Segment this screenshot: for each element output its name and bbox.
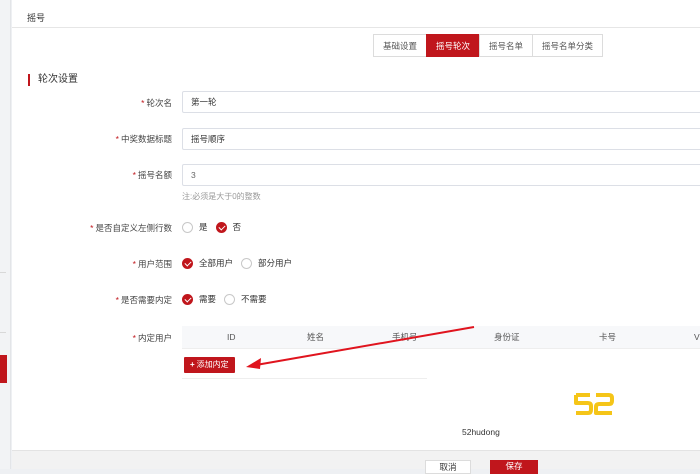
watermark-52-logo [574, 393, 614, 415]
table-divider [182, 378, 427, 379]
dialog-footer: 取消 保存 [12, 450, 700, 474]
watermark-logo [573, 392, 615, 418]
add-internal-user-button[interactable]: + 添加内定 [184, 357, 235, 373]
internal-required-option-yes[interactable]: 需要 [182, 293, 216, 305]
tab-lottery-list[interactable]: 摇号名单 [479, 34, 534, 57]
radio-circle-icon [182, 221, 193, 233]
plus-icon: + [190, 360, 195, 369]
column-header-id: ID [227, 332, 236, 342]
tab-bar: 基础设置 摇号轮次 摇号名单 摇号名单分类 [373, 34, 604, 57]
internal-users-label: * 内定用户 [132, 333, 172, 343]
prize-title-input[interactable]: 摇号顺序 [182, 128, 700, 150]
prize-title-label: * 中奖数据标题 [115, 134, 172, 144]
radio-circle-icon [241, 257, 253, 269]
user-scope-label: * 用户范围 [132, 259, 172, 269]
column-header-name: 姓名 [307, 332, 325, 342]
sidebar-tick [0, 272, 6, 273]
custom-rows-label: * 是否自定义左侧行数 [90, 223, 172, 233]
round-name-input[interactable]: 第一轮 [182, 91, 700, 113]
dialog-panel: 摇号 基础设置 摇号轮次 摇号名单 摇号名单分类 轮次设置 * 轮次名 第一轮 *… [12, 0, 700, 474]
tab-lottery-rounds[interactable]: 摇号轮次 [426, 34, 481, 57]
user-scope-option-partial[interactable]: 部分用户 [241, 257, 292, 269]
column-header-id-card: 身份证 [494, 332, 520, 342]
sidebar-active-marker[interactable] [0, 355, 7, 383]
quota-label: * 摇号名额 [132, 170, 172, 180]
quota-hint: 注:必须是大于0的整数 [182, 192, 261, 201]
radio-checked-icon [182, 293, 193, 305]
internal-required-label: * 是否需要内定 [115, 295, 172, 305]
section-title: 轮次设置 [28, 74, 78, 86]
save-button[interactable]: 保存 [490, 460, 538, 474]
cancel-button[interactable]: 取消 [425, 460, 471, 474]
custom-rows-option-no[interactable]: 否 [215, 221, 241, 233]
tab-lottery-list-category[interactable]: 摇号名单分类 [532, 34, 604, 57]
radio-checked-icon [215, 221, 227, 233]
watermark-text: 52hudong [462, 427, 500, 437]
custom-rows-option-yes[interactable]: 是 [182, 221, 208, 233]
custom-rows-radio-group: 是 否 [182, 221, 249, 233]
user-scope-radio-group: 全部用户 部分用户 [182, 257, 300, 269]
left-sidebar-strip [0, 0, 11, 469]
internal-required-option-no[interactable]: 不需要 [224, 293, 267, 305]
radio-checked-icon [182, 257, 193, 269]
round-name-label: * 轮次名 [141, 98, 172, 108]
quota-input[interactable]: 3 [182, 164, 700, 186]
column-header-phone: 手机号 [392, 332, 418, 342]
user-scope-option-all[interactable]: 全部用户 [182, 257, 233, 269]
sidebar-tick [0, 332, 6, 333]
column-header-card-number: 卡号 [599, 332, 617, 342]
dialog-title: 摇号 [12, 0, 700, 28]
radio-circle-icon [224, 293, 236, 305]
column-header-v: V [694, 332, 700, 342]
tab-basic-settings[interactable]: 基础设置 [373, 34, 428, 57]
internal-required-radio-group: 需要 不需要 [182, 293, 275, 305]
internal-users-table-header: ID 姓名 手机号 身份证 卡号 V [182, 326, 700, 349]
